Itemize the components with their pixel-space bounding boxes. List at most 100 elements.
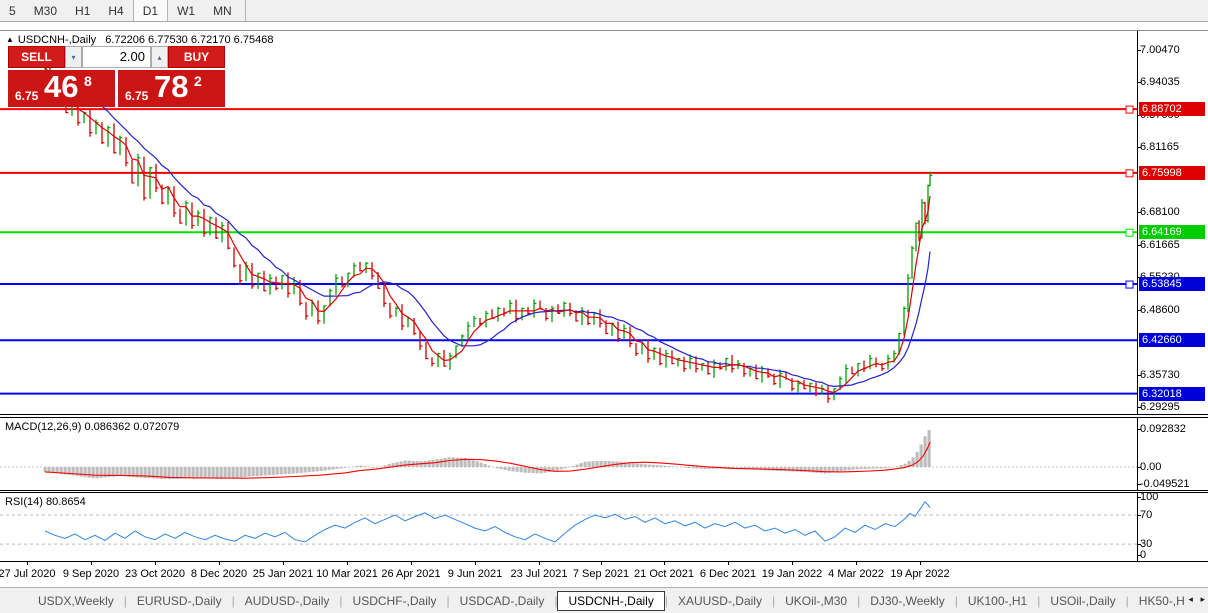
hline-handle[interactable] (1126, 106, 1133, 113)
macd-histogram-bar (808, 467, 811, 472)
macd-histogram-bar (88, 467, 91, 478)
macd-histogram-bar (524, 467, 527, 473)
timeframe-button-MN[interactable]: MN (204, 0, 241, 21)
macd-histogram-bar (244, 467, 247, 477)
chart-tab-usdcnh-daily[interactable]: USDCNH-,Daily (557, 591, 664, 611)
macd-histogram-bar (656, 465, 659, 467)
macd-histogram-bar (652, 465, 655, 467)
volume-input[interactable]: 2.00 (82, 46, 151, 68)
chart-tab-xauusd-daily[interactable]: XAUUSD-,Daily (668, 591, 772, 611)
macd-histogram-bar (228, 467, 231, 478)
macd-histogram-bar (192, 467, 195, 478)
macd-histogram-bar (204, 467, 207, 478)
timeframe-button-H4[interactable]: H4 (99, 0, 132, 21)
date-tickmark (283, 562, 284, 565)
hline-handle[interactable] (1126, 170, 1133, 177)
price-axis: 7.004706.940356.876006.811656.681006.616… (1137, 31, 1208, 414)
macd-histogram-bar (188, 467, 191, 478)
timeframe-button-W1[interactable]: W1 (168, 0, 204, 21)
macd-histogram-bar (220, 467, 223, 479)
chart-tab-dj30-weekly[interactable]: DJ30-,Weekly (860, 591, 954, 611)
chart-tab-uk100-h1[interactable]: UK100-,H1 (958, 591, 1037, 611)
date-label: 26 Apr 2021 (381, 568, 440, 580)
buy-quote-button[interactable]: 6.75 78 2 (118, 70, 225, 107)
tab-scroll-left-icon[interactable]: ◂ (1188, 594, 1193, 604)
macd-histogram-bar (812, 467, 815, 473)
macd-histogram-bar (440, 459, 443, 467)
timeframe-button-5[interactable]: 5 (0, 0, 25, 21)
ma-slow-line (45, 67, 930, 386)
macd-histogram-bar (860, 467, 863, 469)
timeframe-button-M30[interactable]: M30 (25, 0, 66, 21)
date-tickmark (539, 562, 540, 565)
macd-histogram-bar (608, 461, 611, 467)
chart-tab-usdx-weekly[interactable]: USDX,Weekly (28, 591, 124, 611)
chart-tab-audusd-daily[interactable]: AUDUSD-,Daily (235, 591, 340, 611)
hline-handle[interactable] (1126, 229, 1133, 236)
macd-histogram-bar (284, 467, 287, 474)
macd-histogram-bar (876, 467, 879, 468)
macd-histogram-bar (260, 467, 263, 476)
chart-tab-usdcad-daily[interactable]: USDCAD-,Daily (450, 591, 555, 611)
macd-histogram-bar (796, 467, 799, 472)
collapse-arrow-icon[interactable]: ▲ (6, 35, 14, 44)
sell-button[interactable]: SELL (8, 46, 65, 68)
price-level-label-6.53845: 6.53845 (1139, 277, 1205, 291)
macd-histogram-bar (848, 467, 851, 470)
macd-histogram-bar (208, 467, 211, 479)
date-tickmark (920, 562, 921, 565)
date-label: 27 Jul 2020 (0, 568, 55, 580)
volume-decrease-button[interactable]: ▾ (65, 46, 82, 68)
sell-quote-button[interactable]: 6.75 46 8 (8, 70, 115, 107)
tab-scroll-right-icon[interactable]: ▸ (1200, 594, 1205, 604)
date-tickmark (155, 562, 156, 565)
timeframe-button-H1[interactable]: H1 (66, 0, 99, 21)
macd-histogram-bar (880, 467, 883, 468)
macd-histogram-bar (264, 467, 267, 476)
hline-handle[interactable] (1126, 281, 1133, 288)
macd-histogram-bar (900, 465, 903, 467)
macd-histogram-bar (884, 467, 887, 468)
buy-price-prefix: 6.75 (125, 89, 148, 103)
date-label: 19 Jan 2022 (762, 568, 823, 580)
chart-tab-usdchf-daily[interactable]: USDCHF-,Daily (343, 591, 447, 611)
axis-tick-label: 6.61665 (1140, 239, 1180, 251)
macd-histogram-bar (336, 467, 339, 469)
date-tickmark (219, 562, 220, 565)
axis-tick-label: 6.29295 (1140, 401, 1180, 413)
chart-tab-eurusd-daily[interactable]: EURUSD-,Daily (127, 591, 232, 611)
chart-tab-usoil-daily[interactable]: USOil-,Daily (1040, 591, 1125, 611)
macd-histogram-bar (508, 467, 511, 471)
macd-histogram-bar (76, 467, 79, 476)
macd-histogram-bar (592, 461, 595, 467)
chart-tab-bar: USDX,Weekly|EURUSD-,Daily|AUDUSD-,Daily|… (0, 587, 1208, 613)
macd-histogram-bar (472, 460, 475, 467)
macd-histogram-bar (692, 467, 695, 468)
macd-histogram-bar (864, 467, 867, 469)
macd-histogram-bar (344, 467, 347, 468)
macd-histogram-bar (320, 467, 323, 471)
volume-increase-button[interactable]: ▴ (151, 46, 168, 68)
macd-histogram-bar (380, 466, 383, 467)
macd-histogram-bar (308, 467, 311, 472)
price-level-label-6.75998: 6.75998 (1139, 166, 1205, 180)
date-tickmark (27, 562, 28, 565)
timeframe-button-D1[interactable]: D1 (133, 0, 168, 21)
axis-tick-label: 0 (1140, 549, 1146, 561)
date-tickmark (411, 562, 412, 565)
macd-histogram-bar (180, 467, 183, 479)
macd-histogram-bar (312, 467, 315, 472)
macd-histogram-bar (824, 467, 827, 474)
buy-button[interactable]: BUY (168, 46, 225, 68)
macd-histogram-bar (888, 467, 891, 468)
date-label: 23 Jul 2021 (511, 568, 568, 580)
macd-histogram-bar (216, 467, 219, 479)
macd-histogram-bar (340, 467, 343, 468)
macd-histogram-bar (556, 467, 559, 471)
date-label: 7 Sep 2021 (573, 568, 629, 580)
macd-histogram-bar (688, 467, 691, 468)
macd-histogram-bar (496, 467, 499, 468)
macd-histogram-bar (840, 467, 843, 471)
macd-histogram-bar (684, 467, 687, 468)
chart-tab-ukoil-m30[interactable]: UKOil-,M30 (775, 591, 857, 611)
